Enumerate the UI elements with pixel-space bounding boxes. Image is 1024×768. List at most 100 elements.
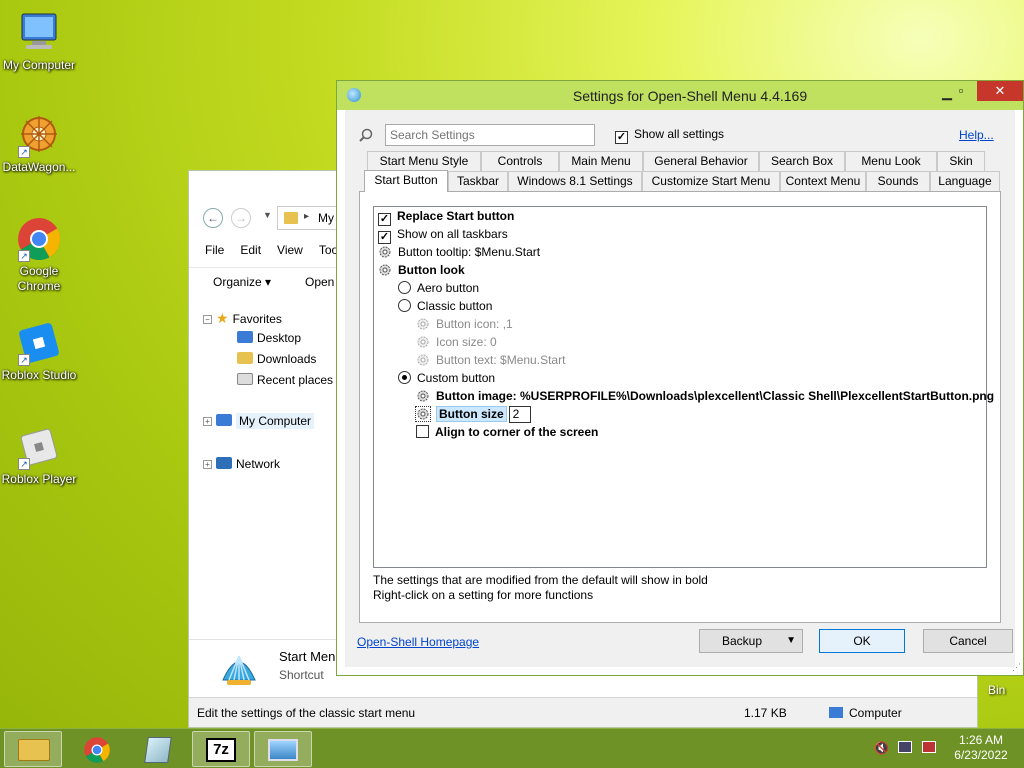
tab-windows-81-settings[interactable]: Windows 8.1 Settings — [508, 171, 642, 191]
shortcut-arrow-icon: ↗ — [18, 354, 30, 366]
tree-recent-places[interactable]: Recent places — [237, 373, 333, 387]
collapse-icon[interactable]: − — [203, 315, 212, 324]
button-size-input[interactable]: 2 — [508, 406, 531, 423]
resize-grip-icon[interactable]: ⋰ — [1012, 662, 1021, 673]
close-button[interactable]: ✕ — [977, 81, 1023, 101]
expand-icon[interactable]: + — [203, 460, 212, 469]
tree-desktop[interactable]: Desktop — [237, 331, 301, 345]
homepage-link[interactable]: Open-Shell Homepage — [357, 635, 479, 649]
gear-icon — [379, 246, 391, 258]
desktop-icon-datawagon[interactable]: ↗ DataWagon... — [0, 112, 78, 175]
breadcrumb-arrow-icon: ▸ — [304, 211, 310, 222]
taskbar-file-explorer[interactable] — [4, 731, 62, 767]
tab-menu-look[interactable]: Menu Look — [845, 151, 937, 171]
settings-list[interactable]: ✓ Replace Start button ✓ Show on all taskb… — [373, 206, 994, 568]
action-center-icon[interactable] — [922, 741, 936, 753]
menu-view[interactable]: View — [277, 243, 303, 257]
option-aero-button[interactable]: Aero button — [398, 279, 479, 297]
tab-context-menu[interactable]: Context Menu — [780, 171, 866, 191]
maximize-button-square[interactable]: ▫ — [947, 81, 975, 101]
expand-icon[interactable]: + — [203, 417, 212, 426]
cancel-button[interactable]: Cancel — [923, 629, 1013, 653]
notepad-icon — [144, 737, 172, 763]
setting-replace-start-button[interactable]: ✓ Replace Start button — [378, 207, 514, 226]
title-bar[interactable]: Settings for Open-Shell Menu 4.4.169 ▁ ▫… — [337, 81, 1023, 110]
show-all-settings-checkbox[interactable]: ✓ Show all settings — [615, 127, 724, 144]
help-link[interactable]: Help... — [959, 128, 994, 142]
setting-align-to-corner[interactable]: Align to corner of the screen — [416, 423, 598, 441]
desktop-icon-my-computer[interactable]: My Computer — [0, 10, 78, 73]
menu-file[interactable]: File — [205, 243, 224, 257]
tab-general-behavior[interactable]: General Behavior — [643, 151, 759, 171]
tab-skin[interactable]: Skin — [937, 151, 985, 171]
tab-language[interactable]: Language — [930, 171, 1000, 191]
settings-dialog[interactable]: Settings for Open-Shell Menu 4.4.169 ▁ ▫… — [336, 80, 1024, 676]
clock[interactable]: 1:26 AM 6/23/2022 — [944, 733, 1018, 763]
tree-my-computer[interactable]: + My Computer — [203, 413, 315, 429]
open-button[interactable]: Open — [305, 275, 334, 289]
roblox-studio-icon: ↗ — [16, 320, 62, 366]
taskbar-picture-viewer[interactable] — [254, 731, 312, 767]
taskbar-chrome[interactable] — [68, 731, 126, 767]
option-custom-button[interactable]: Custom button — [398, 369, 495, 387]
network-icon[interactable] — [898, 741, 912, 753]
setting-icon-size: Icon size: 0 — [416, 333, 497, 351]
gear-icon — [417, 318, 429, 330]
tab-main-menu[interactable]: Main Menu — [559, 151, 643, 171]
tab-start-menu-style[interactable]: Start Menu Style — [367, 151, 481, 171]
roblox-player-icon: ↗ — [16, 424, 62, 470]
tab-customize-start-menu[interactable]: Customize Start Menu — [642, 171, 780, 191]
volume-muted-icon[interactable]: 🔇 — [874, 741, 889, 755]
status-location: Computer — [829, 706, 902, 720]
taskbar-notepad[interactable] — [130, 731, 188, 767]
back-button[interactable]: ← — [203, 208, 223, 228]
tab-controls[interactable]: Controls — [481, 151, 559, 171]
recent-locations-dropdown[interactable]: ▼ — [263, 210, 272, 220]
status-size: 1.17 KB — [744, 706, 787, 720]
search-icon — [359, 128, 373, 145]
computer-icon — [216, 414, 232, 426]
command-bar: Organize ▾ Open — [189, 267, 337, 295]
shortcut-arrow-icon: ↗ — [18, 250, 30, 262]
tab-sounds[interactable]: Sounds — [866, 171, 930, 191]
shortcut-arrow-icon: ↗ — [18, 458, 30, 470]
gear-icon — [415, 406, 431, 422]
tree-downloads[interactable]: Downloads — [237, 352, 316, 366]
setting-button-image[interactable]: Button image: %USERPROFILE%\Downloads\pl… — [416, 387, 994, 405]
taskbar: 7z 🔇 1:26 AM 6/23/2022 — [0, 728, 1024, 768]
tab-taskbar[interactable]: Taskbar — [448, 171, 508, 191]
setting-show-on-all-taskbars[interactable]: ✓ Show on all taskbars — [378, 225, 508, 244]
desktop-icon-label: Roblox Player — [1, 472, 77, 486]
setting-button-icon: Button icon: ,1 — [416, 315, 513, 333]
desktop-icon-google-chrome[interactable]: ↗ Google Chrome — [0, 216, 78, 294]
option-classic-button[interactable]: Classic button — [398, 297, 492, 315]
setting-button-look[interactable]: Button look — [378, 261, 465, 279]
tab-start-button[interactable]: Start Button — [364, 170, 448, 192]
search-input[interactable] — [385, 124, 595, 146]
downloads-folder-icon — [237, 352, 253, 364]
setting-button-size[interactable]: Button size 2 — [415, 405, 531, 423]
recycle-bin-label-partial[interactable]: Bin — [988, 683, 1005, 697]
breadcrumb[interactable]: My — [318, 211, 334, 225]
folder-icon — [284, 212, 298, 224]
setting-button-tooltip[interactable]: Button tooltip: $Menu.Start — [378, 243, 540, 261]
desktop-icon-roblox-studio[interactable]: ↗ Roblox Studio — [0, 320, 78, 383]
computer-icon — [16, 10, 62, 56]
ok-button[interactable]: OK — [819, 629, 905, 653]
organize-button[interactable]: Organize ▾ — [213, 275, 271, 289]
status-bar: Edit the settings of the classic start m… — [189, 697, 977, 727]
chrome-icon — [84, 737, 110, 763]
backup-button[interactable]: Backup ▼ — [699, 629, 803, 653]
recent-places-icon — [237, 373, 253, 385]
menu-edit[interactable]: Edit — [240, 243, 261, 257]
forward-button[interactable]: → — [231, 208, 251, 228]
tree-favorites[interactable]: − ★ Favorites — [203, 310, 282, 327]
hint-right-click: Right-click on a setting for more functi… — [373, 588, 594, 602]
picture-icon — [268, 739, 298, 761]
desktop-icon-roblox-player[interactable]: ↗ Roblox Player — [0, 424, 78, 487]
tree-network[interactable]: + Network — [203, 457, 280, 471]
taskbar-7zip[interactable]: 7z — [192, 731, 250, 767]
gear-icon — [417, 390, 429, 402]
tab-search-box[interactable]: Search Box — [759, 151, 845, 171]
network-icon — [216, 457, 232, 469]
